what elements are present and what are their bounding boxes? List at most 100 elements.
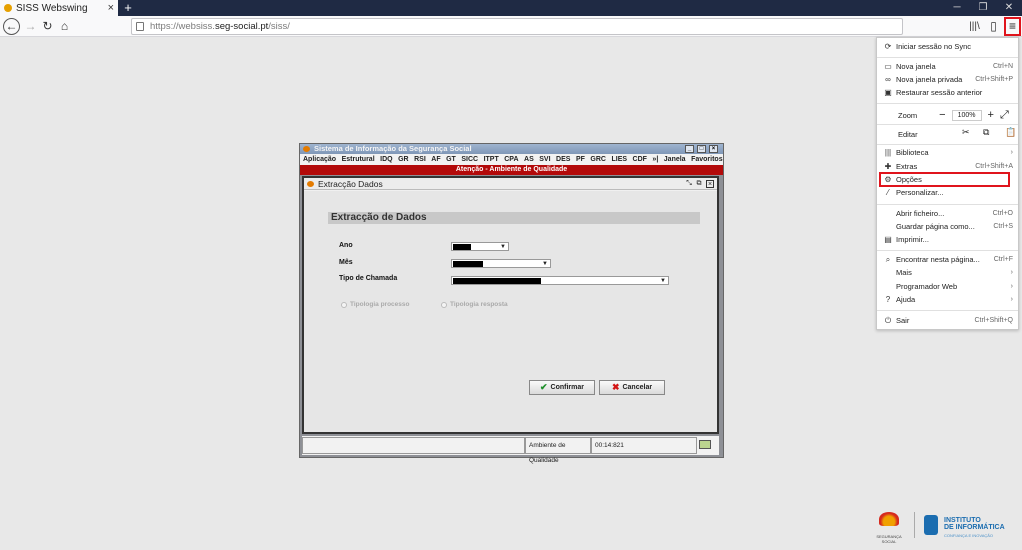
menu-item-find[interactable]: ⌕ Encontrar nesta página... Ctrl+F	[877, 254, 1018, 265]
menu-more[interactable]: »|	[652, 156, 658, 163]
menu-sicc[interactable]: SICC	[461, 156, 478, 163]
menu-label: Mais	[896, 268, 912, 277]
minimize-icon[interactable]: ─	[946, 0, 968, 16]
menu-item-more[interactable]: ·Mais›	[877, 267, 1018, 278]
menu-aplicacao[interactable]: Aplicação	[303, 156, 336, 163]
paste-icon[interactable]: 📋	[1005, 127, 1016, 138]
new-tab-button[interactable]: +	[121, 0, 135, 16]
menu-estrutural[interactable]: Estrutural	[342, 156, 375, 163]
menu-divider	[877, 144, 1018, 145]
shortcut-label: Ctrl+Shift+Q	[974, 317, 1013, 324]
app-close-icon[interactable]: ×	[709, 145, 718, 153]
copy-icon[interactable]: ⧉	[983, 127, 989, 138]
window-close-icon[interactable]: ✕	[998, 0, 1020, 16]
menu-as[interactable]: AS	[524, 156, 534, 163]
cancel-button[interactable]: ✖ Cancelar	[599, 380, 665, 395]
forward-arrow-icon[interactable]: →	[22, 18, 39, 35]
zoom-reset-button[interactable]: 100%	[951, 109, 982, 121]
menu-item-new-window[interactable]: ▭ Nova janela Ctrl+N	[877, 61, 1018, 72]
menu-gt[interactable]: GT	[446, 156, 456, 163]
back-arrow-icon[interactable]: ←	[3, 18, 20, 35]
menu-cdf[interactable]: CDF	[633, 156, 647, 163]
confirm-button[interactable]: ✔ Confirmar	[529, 380, 595, 395]
menu-label: Guardar página como...	[896, 222, 975, 231]
hamburger-menu-icon[interactable]: ≡	[1004, 17, 1021, 36]
menu-item-open-file[interactable]: ·Abrir ficheiro...Ctrl+O	[877, 208, 1018, 219]
radio-circle-icon	[441, 301, 447, 308]
menu-item-save-page[interactable]: ·Guardar página como...Ctrl+S	[877, 221, 1018, 232]
menu-lies[interactable]: LIES	[611, 156, 627, 163]
radio-tipologia-resposta[interactable]: Tipologia resposta	[441, 301, 508, 308]
fullscreen-button[interactable]: ⤢	[1000, 109, 1009, 122]
menu-item-web-developer[interactable]: ·Programador Web›	[877, 281, 1018, 292]
menu-item-print[interactable]: ▤ Imprimir...	[877, 234, 1018, 245]
menu-des[interactable]: DES	[556, 156, 570, 163]
cut-icon[interactable]: ✂	[962, 127, 970, 138]
logo-divider	[914, 512, 915, 538]
maximize-icon[interactable]: ❐	[972, 0, 994, 16]
menu-gr[interactable]: GR	[398, 156, 409, 163]
menu-itpt[interactable]: ITPT	[484, 156, 499, 163]
edit-label: Editar	[898, 129, 918, 139]
menu-pf[interactable]: PF	[576, 156, 585, 163]
menu-cpa[interactable]: CPA	[504, 156, 518, 163]
favicon-icon	[4, 4, 12, 12]
help-icon: ?	[885, 295, 891, 304]
search-icon: ⌕	[885, 254, 891, 264]
menu-idq[interactable]: IDQ	[380, 156, 392, 163]
menu-item-addons[interactable]: ✚ Extras Ctrl+Shift+A	[877, 161, 1018, 172]
select-mes[interactable]: ▼	[451, 259, 551, 268]
status-bar: Ambiente de Qualidade 00:14:821	[302, 436, 719, 464]
redacted-value	[453, 244, 471, 250]
shortcut-label: Ctrl+F	[993, 256, 1013, 263]
menu-janela[interactable]: Janela	[664, 156, 686, 163]
instituto-informatica-logo: INSTITUTO DE INFORMÁTICA CONFIANÇA E INOV…	[924, 513, 1014, 539]
url-bar[interactable]: https://websiss. seg-social.pt/siss/	[131, 18, 903, 35]
zoom-in-button[interactable]: +	[988, 109, 994, 121]
tab-siss-webswing[interactable]: SISS Webswing ×	[0, 0, 118, 16]
seguranca-social-mark-icon	[879, 512, 899, 526]
radio-label: Tipologia processo	[350, 301, 410, 308]
menu-svi[interactable]: SVI	[539, 156, 550, 163]
radio-tipologia-processo[interactable]: Tipologia processo	[341, 301, 409, 308]
menu-grc[interactable]: GRC	[590, 156, 606, 163]
menu-af[interactable]: AF	[431, 156, 440, 163]
inner-close-icon[interactable]: ×	[706, 180, 714, 188]
zoom-out-button[interactable]: −	[939, 109, 945, 121]
inner-title-bar: Extracção Dados ⤡ ⧉ ×	[304, 178, 717, 190]
printer-icon[interactable]	[699, 440, 711, 449]
reload-icon[interactable]: ↻	[39, 18, 56, 35]
instituto-name: INSTITUTO DE INFORMÁTICA	[944, 517, 1005, 531]
zoom-label: Zoom	[898, 110, 918, 120]
menu-label: Restaurar sessão anterior	[896, 88, 983, 97]
home-icon[interactable]: ⌂	[56, 18, 73, 35]
radio-label: Tipologia resposta	[450, 301, 508, 308]
tab-strip: SISS Webswing × + ─ ❐ ✕	[0, 0, 1022, 16]
library-icon[interactable]: |||\	[966, 18, 983, 35]
menu-item-sync[interactable]: ⟳ Iniciar sessão no Sync	[877, 41, 1018, 52]
select-tipo-chamada[interactable]: ▼	[451, 276, 669, 285]
radio-circle-icon	[341, 301, 347, 308]
url-path: /siss/	[268, 21, 290, 32]
menu-item-library[interactable]: ||| Biblioteca ›	[877, 147, 1018, 158]
status-environment: Ambiente de Qualidade	[525, 437, 591, 464]
select-ano[interactable]: ▼	[451, 242, 509, 251]
library-icon: |||	[884, 148, 892, 157]
menu-item-help[interactable]: ? Ajuda ›	[877, 294, 1018, 305]
menu-item-private-window[interactable]: ∞ Nova janela privada Ctrl+Shift+P	[877, 74, 1018, 85]
app-minimize-icon[interactable]: _	[685, 145, 694, 153]
puzzle-icon: ✚	[884, 162, 892, 171]
menu-favoritos[interactable]: Favoritos	[691, 156, 723, 163]
menu-item-restore-session[interactable]: ▣ Restaurar sessão anterior	[877, 87, 1018, 98]
menu-item-quit[interactable]: ⏻ Sair Ctrl+Shift+Q	[877, 315, 1018, 326]
tab-close-icon[interactable]: ×	[108, 2, 114, 14]
menu-item-customize[interactable]: ⁄ Personalizar...	[877, 187, 1018, 198]
menu-rsi[interactable]: RSI	[414, 156, 426, 163]
menu-divider	[877, 310, 1018, 311]
nav-toolbar: ← → ↻ ⌂ https://websiss. seg-social.pt/si…	[0, 16, 1022, 37]
app-maximize-icon[interactable]: □	[697, 145, 706, 153]
detach-icon[interactable]: ⧉	[695, 180, 703, 188]
restore-icon[interactable]: ⤡	[685, 180, 693, 188]
confirm-label: Confirmar	[550, 384, 584, 391]
sidebar-icon[interactable]: ▯	[985, 18, 1002, 35]
